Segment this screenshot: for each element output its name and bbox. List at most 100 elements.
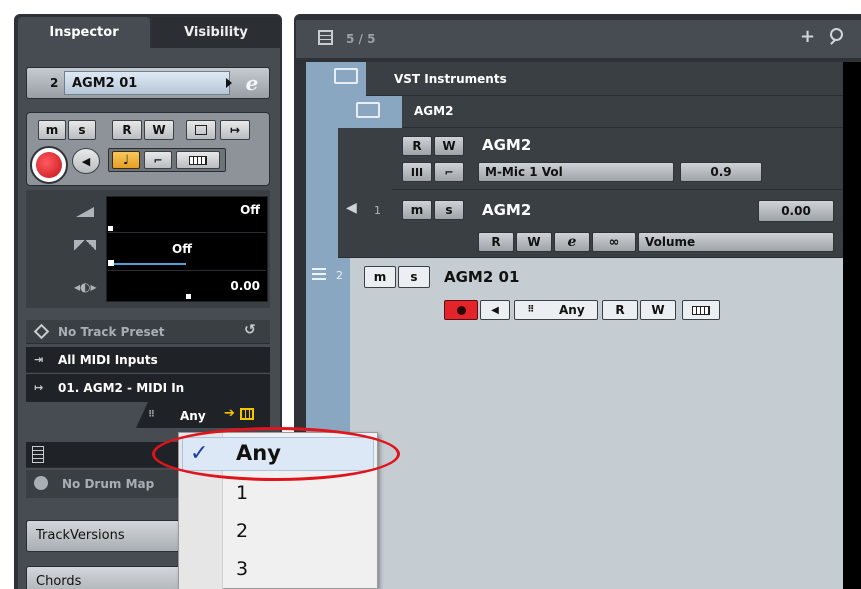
reset-icon[interactable]: ↺ — [244, 322, 256, 338]
midi-track-number: 2 — [336, 269, 343, 282]
bars-icon: III — [410, 165, 424, 179]
track-list-toolbar — [296, 20, 861, 58]
musical-timebase-button[interactable]: ♩ — [112, 151, 140, 169]
routing-arrow-icon: ↦ — [229, 123, 241, 137]
volume-value[interactable]: Off — [240, 203, 260, 217]
midi-solo-button[interactable]: s — [398, 266, 430, 288]
midi-read-button[interactable]: R — [602, 300, 638, 320]
edit-icon: e — [567, 234, 577, 250]
track-list-scroll-area — [843, 62, 861, 589]
track-list-menu-icon[interactable] — [318, 30, 333, 45]
mute-button[interactable]: m — [38, 120, 66, 140]
dropdown-item-label: 1 — [236, 482, 249, 504]
edit-instrument-icon[interactable]: e — [240, 71, 264, 95]
volume-icon — [76, 207, 94, 217]
arrow-right-icon[interactable] — [226, 78, 232, 88]
search-icon[interactable] — [830, 28, 843, 41]
output-routing-button[interactable]: ↦ — [220, 120, 250, 140]
read-label: R — [615, 303, 625, 317]
midi-mute-button[interactable]: m — [364, 266, 396, 288]
midi-track-name: AGM2 01 — [444, 268, 520, 286]
delay-slider-handle[interactable] — [186, 294, 191, 299]
tab-inspector-label: Inspector — [49, 25, 119, 40]
track-name-label: AGM2 01 — [72, 76, 138, 91]
audio-track-number: 1 — [374, 204, 381, 217]
midi-channel-button[interactable]: ⠿ Any — [514, 300, 598, 320]
audio-solo-button[interactable]: s — [434, 200, 464, 220]
folder-track-vst[interactable] — [306, 62, 843, 96]
solo-label: s — [410, 270, 418, 284]
midi-write-button[interactable]: W — [640, 300, 676, 320]
audio-automation-label: Volume — [645, 235, 696, 249]
dropdown-item-1[interactable] — [182, 478, 374, 510]
lock-button[interactable]: ⌐ — [144, 151, 172, 169]
output-arrow-icon: ↦ — [34, 381, 44, 394]
folder-icon[interactable] — [356, 102, 380, 118]
tab-visibility[interactable]: Visibility — [152, 17, 280, 48]
lanes-button[interactable] — [176, 151, 220, 169]
add-track-icon[interactable]: + — [800, 26, 815, 47]
instrument-write-button[interactable]: W — [434, 136, 464, 156]
audio-link-button[interactable]: ∞ — [592, 232, 636, 252]
solo-button[interactable]: s — [68, 120, 96, 140]
track-delay-icon: ◂◐▸ — [74, 280, 97, 294]
speaker-icon: ◀ — [491, 304, 499, 316]
track-count: 5 / 5 — [346, 32, 376, 46]
read-button[interactable]: R — [112, 120, 142, 140]
audio-track-name: AGM2 — [482, 201, 532, 219]
tab-inspector[interactable]: Inspector — [18, 17, 150, 48]
highlight-ellipse — [152, 427, 400, 481]
channel-grid-icon: ⠿ — [527, 305, 535, 315]
link-icon: ∞ — [608, 234, 620, 250]
pan-value[interactable]: Off — [172, 242, 192, 256]
lock-icon: ⌐ — [153, 153, 163, 167]
midi-monitor-button[interactable]: ◀ — [480, 300, 510, 320]
write-label: W — [651, 303, 665, 317]
dropdown-item-3[interactable] — [182, 554, 374, 586]
pan-icon — [74, 240, 96, 250]
volume-slider-handle[interactable] — [108, 226, 113, 231]
automation-param-field[interactable]: M-Mic 1 Vol — [478, 162, 674, 182]
dropdown-item-2[interactable] — [182, 516, 374, 548]
audio-volume-field[interactable]: 0.00 — [758, 200, 834, 222]
instrument-lock-button[interactable]: ⌐ — [434, 162, 464, 182]
audio-edit-button[interactable]: e — [554, 232, 590, 252]
pan-slider-handle[interactable] — [108, 260, 114, 266]
mute-label: m — [373, 270, 387, 284]
read-label: R — [122, 123, 132, 137]
midi-track-icon — [312, 268, 326, 280]
automation-value-label: 0.9 — [710, 165, 732, 179]
record-icon — [456, 305, 466, 315]
midi-lanes-button[interactable] — [682, 300, 720, 320]
folder-icon[interactable] — [334, 68, 358, 84]
track-preset-label: No Track Preset — [58, 325, 165, 339]
audio-automation-field[interactable]: Volume — [638, 232, 834, 252]
instrument-lanes-button[interactable]: III — [402, 162, 432, 182]
drum-map-label: No Drum Map — [62, 477, 155, 491]
audio-read-button[interactable]: R — [478, 232, 514, 252]
solo-label: s — [78, 123, 86, 137]
dropdown-item-label: 2 — [236, 520, 249, 542]
section-chords-label: Chords — [36, 574, 82, 589]
record-enable-button[interactable] — [30, 146, 68, 184]
channel-arrow-icon: ➔ — [224, 406, 235, 421]
audio-write-button[interactable]: W — [516, 232, 552, 252]
automation-value-field[interactable]: 0.9 — [680, 162, 762, 182]
record-icon — [36, 152, 62, 178]
read-label: R — [412, 139, 422, 153]
speaker-icon: ◀ — [81, 154, 91, 168]
audio-mute-button[interactable]: m — [402, 200, 432, 220]
audio-volume-label: 0.00 — [781, 204, 811, 218]
lanes-icon — [692, 305, 710, 315]
section-trackversions-label: TrackVersions — [36, 528, 125, 543]
mute-label: m — [410, 203, 424, 217]
write-button[interactable]: W — [144, 120, 174, 140]
delay-value[interactable]: 0.00 — [230, 279, 260, 293]
monitor-button[interactable]: ◀ — [72, 148, 100, 174]
write-label: W — [442, 139, 456, 153]
pan-slider-track[interactable] — [110, 263, 186, 265]
instrument-read-button[interactable]: R — [402, 136, 432, 156]
channel-lanes-icon — [240, 408, 254, 420]
edit-channel-button[interactable] — [186, 120, 216, 140]
midi-record-button[interactable] — [444, 300, 478, 320]
